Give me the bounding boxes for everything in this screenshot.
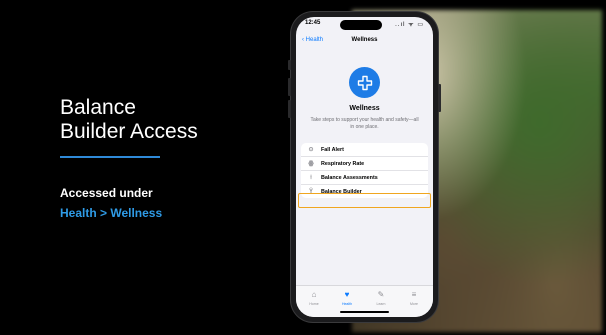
list-item-respiratory-rate[interactable]: ꙮ Respiratory Rate (301, 157, 428, 171)
tab-label: Home (309, 302, 319, 306)
nav-title: Wellness (351, 37, 378, 43)
phone-power-button (438, 84, 441, 112)
list-item-label: Respiratory Rate (321, 161, 365, 167)
wellness-description: Take steps to support your health and sa… (310, 117, 419, 130)
title-line-1: Balance (60, 96, 136, 119)
heart-icon: ♥ (344, 290, 350, 299)
navigation-bar: ‹ Health Wellness (296, 34, 433, 48)
wellness-heading: Wellness (349, 105, 380, 112)
title-line-2: Builder Access (60, 120, 198, 143)
subtitle-accessed-under: Accessed under (60, 186, 153, 200)
phone-screen: 12:45 ..ıl ᯤ ▭ ‹ Health Wellness Wellnes… (296, 17, 433, 317)
fall-alert-icon: ⊙ (308, 147, 314, 153)
subtitle-path: Health > Wellness (60, 206, 163, 220)
highlight-box-balance-builder (298, 193, 431, 208)
figure-icon: ⍿ (310, 175, 312, 181)
wellness-list: ⊙ Fall Alert ꙮ Respiratory Rate ⍿ Balanc… (301, 143, 428, 198)
plus-cross-icon (349, 67, 380, 98)
status-time: 12:45 (305, 20, 321, 26)
mortarboard-icon: ✎ (377, 290, 385, 299)
house-icon: ⌂ (311, 290, 317, 299)
dynamic-island (340, 20, 382, 30)
home-indicator[interactable] (340, 311, 389, 313)
phone-side-button (288, 60, 291, 70)
phone-volume-down (288, 100, 291, 118)
slide-title: Balance Builder Access (60, 96, 198, 144)
status-icons: ..ıl ᯤ ▭ (395, 22, 424, 28)
list-item-label: Balance Assessments (321, 175, 378, 181)
list-item-label: Fall Alert (321, 147, 344, 153)
lungs-icon: ꙮ (308, 161, 314, 167)
tab-home[interactable]: ⌂ Home (300, 290, 328, 306)
title-underline (60, 156, 160, 158)
phone-frame: 12:45 ..ıl ᯤ ▭ ‹ Health Wellness Wellnes… (288, 12, 441, 322)
tab-learn[interactable]: ✎ Learn (367, 290, 395, 306)
status-bar: 12:45 ..ıl ᯤ ▭ (296, 17, 433, 31)
tab-label: More (410, 302, 418, 306)
tab-health[interactable]: ♥ Health (333, 290, 361, 306)
list-item-balance-assessments[interactable]: ⍿ Balance Assessments (301, 171, 428, 185)
tab-label: Learn (376, 302, 386, 306)
slide: Balance Builder Access Accessed under He… (0, 0, 606, 335)
list-item-fall-alert[interactable]: ⊙ Fall Alert (301, 143, 428, 157)
menu-icon: ≡ (411, 290, 417, 299)
phone-volume-up (288, 78, 291, 96)
tab-more[interactable]: ≡ More (400, 290, 428, 306)
tab-label: Health (341, 302, 353, 306)
